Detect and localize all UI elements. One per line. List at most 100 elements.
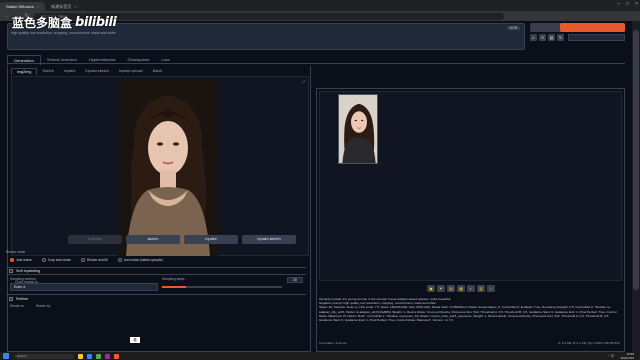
steps-label: Sampling steps <box>162 277 185 281</box>
styles-icon[interactable]: ▤ <box>548 34 555 41</box>
copy-to-inpaint-button[interactable]: inpaint <box>184 235 238 244</box>
extras-icon[interactable]: ▥ <box>477 285 485 292</box>
system-tray[interactable]: ^ 中 <box>608 353 614 358</box>
star-icon[interactable]: ☆ <box>487 285 495 292</box>
radio-dot <box>81 258 86 262</box>
output-panel: ▣ ▼ ▤ ▦ ◐ ▥ ☆ full body portrait of a yo… <box>316 88 625 352</box>
browser-tab-new[interactable]: 新建标签页 × <box>45 2 82 11</box>
sampler-label: Sampling method <box>10 277 36 281</box>
scrollbar-thumb[interactable] <box>633 30 639 290</box>
windows-taskbar: Search ^ 中 16:58 2024/4/22 <box>0 352 640 360</box>
app-icon[interactable] <box>105 353 110 359</box>
edge-icon[interactable] <box>87 353 92 359</box>
resize-to-tabs: Resize to Resize by <box>10 304 50 308</box>
back-icon[interactable]: ← <box>4 13 10 19</box>
time-taken: Time taken: 41.8 sec. <box>319 341 348 345</box>
tab-resize-by[interactable]: Resize by <box>36 304 50 308</box>
zip-icon[interactable]: ▤ <box>447 285 455 292</box>
radio-latent-upscale[interactable]: Just resize (latent upscale) <box>117 258 163 262</box>
resize-mode-radios: Just resize Crop and resize Resize and f… <box>10 258 163 262</box>
subtab-sketch[interactable]: Sketch <box>37 68 59 75</box>
edit-icon[interactable]: ✎ <box>557 34 564 41</box>
maximize-icon[interactable]: □ <box>626 1 629 7</box>
img2img-panel: img2img Sketch Inpaint Inpaint sketch In… <box>7 66 311 352</box>
copy-to-inpaint-sketch-button[interactable]: inpaint sketch <box>242 235 296 244</box>
tab-resize-to[interactable]: Resize to <box>10 304 24 308</box>
steps-slider[interactable] <box>162 286 282 288</box>
soft-inpainting-label: Soft inpainting <box>16 269 41 273</box>
close-window-icon[interactable]: × <box>635 1 638 7</box>
watermark-channel-name: 蓝色多脑盒 <box>12 16 73 30</box>
subtab-inpaint[interactable]: Inpaint <box>59 68 80 75</box>
close-tab-icon[interactable]: × <box>37 2 39 11</box>
soft-inpainting-checkbox[interactable] <box>9 269 13 273</box>
radio-resize-and-fill[interactable]: Resize and fill <box>81 258 108 262</box>
token-counter: 0/75 <box>507 26 520 30</box>
subtab-inpaint-upload[interactable]: Inpaint upload <box>114 68 148 75</box>
portrait-image <box>118 80 218 256</box>
window-controls: – □ × <box>617 1 638 7</box>
image-canvas[interactable]: ⤢ <box>11 76 309 256</box>
browser-tab-stable-diffusion[interactable]: Stable Diffusion × <box>0 2 46 11</box>
generate-panel: ↙ ✕ ▤ ✎ <box>530 23 625 50</box>
prompt-text: high quality, low resolution, cropping, … <box>11 31 116 35</box>
image-icon[interactable]: ▦ <box>457 285 465 292</box>
taskbar-search[interactable]: Search <box>14 353 74 359</box>
bilibili-watermark: 蓝色多脑盒 bilibili <box>12 14 117 31</box>
browser-tab-bar: Stable Diffusion × 新建标签页 × – □ × <box>0 0 640 11</box>
generation-info: full body portrait of a young woman in t… <box>319 297 622 322</box>
sampler-dropdown[interactable]: Euler a <box>10 283 158 291</box>
info-params-line: Steps: 20, Sampler: Euler a, CFG scale: … <box>319 305 617 323</box>
minimize-icon[interactable]: – <box>617 1 620 7</box>
radio-label: Resize and fill <box>87 258 108 262</box>
generate-progress-strip <box>560 23 625 32</box>
file-explorer-icon[interactable] <box>78 353 83 359</box>
bilibili-logo: bilibili <box>75 15 117 30</box>
output-portrait-image <box>339 95 377 163</box>
copy-image-buttons: img2img sketch inpaint inpaint sketch <box>68 235 296 244</box>
soft-inpainting-accordion[interactable]: Soft inpainting <box>6 267 306 275</box>
steps-number-input[interactable]: 20 <box>287 277 303 283</box>
subtab-img2img[interactable]: img2img <box>11 68 38 75</box>
subtab-inpaint-sketch[interactable]: Inpaint sketch <box>80 68 113 75</box>
refiner-checkbox[interactable] <box>9 296 13 301</box>
radio-dot <box>117 258 122 262</box>
taskbar-clock[interactable]: 16:58 2024/4/22 <box>621 352 634 360</box>
chrome-icon[interactable] <box>96 353 101 359</box>
radio-crop-and-resize[interactable]: Crop and resize <box>41 258 72 262</box>
refiner-accordion[interactable]: Refiner <box>6 294 306 302</box>
expand-icon[interactable]: ⤢ <box>302 79 305 84</box>
resize-mode-label: Resize mode <box>6 250 26 254</box>
copy-to-img2img-button[interactable]: img2img <box>68 235 122 244</box>
tabs-divider <box>7 63 625 64</box>
tab-label: Stable Diffusion <box>6 4 34 9</box>
radio-label: Just resize (latent upscale) <box>123 258 163 262</box>
radio-label: Just resize <box>16 258 32 262</box>
styles-dropdown[interactable] <box>568 34 625 41</box>
palette-icon[interactable]: ◐ <box>467 285 475 292</box>
webui-page: high quality, low resolution, cropping, … <box>0 21 632 352</box>
output-gallery[interactable] <box>319 91 622 281</box>
img2img-subtabs: img2img Sketch Inpaint Inpaint sketch In… <box>11 68 167 75</box>
ime-indicator: 英 <box>130 337 140 343</box>
radio-label: Crop and resize <box>47 258 72 262</box>
subtab-batch[interactable]: Batch <box>148 68 168 75</box>
vram-info: A: 4.9 GB, R: 6.1 GB, Sys: 6.8/8.0 GB (8… <box>558 341 620 345</box>
output-toolbar: ▣ ▼ ▤ ▦ ◐ ▥ ☆ <box>427 285 495 292</box>
refiner-label: Refiner <box>16 296 29 301</box>
radio-dot <box>41 258 46 262</box>
radio-just-resize[interactable]: Just resize <box>10 258 32 262</box>
copy-to-sketch-button[interactable]: sketch <box>126 235 180 244</box>
trash-icon[interactable]: ✕ <box>539 34 546 41</box>
close-tab-icon[interactable]: × <box>74 2 76 11</box>
output-thumbnail[interactable] <box>338 94 378 164</box>
folder-icon[interactable]: ▣ <box>427 285 435 292</box>
arrow-icon[interactable]: ↙ <box>530 34 537 41</box>
tab-label: 新建标签页 <box>51 4 72 9</box>
windows-start-icon[interactable] <box>3 353 9 359</box>
input-image[interactable] <box>118 80 218 256</box>
app-icon-2[interactable] <box>114 353 119 359</box>
generate-button[interactable] <box>530 23 625 32</box>
save-icon[interactable]: ▼ <box>437 285 445 292</box>
steps-slider-fill <box>162 286 186 288</box>
